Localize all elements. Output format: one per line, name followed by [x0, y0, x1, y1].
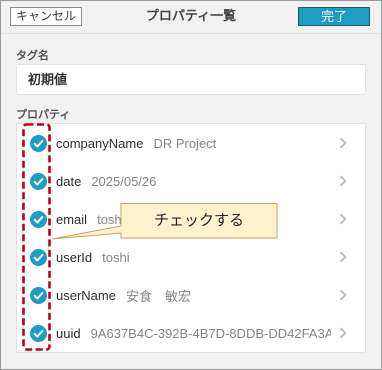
check-circle-icon[interactable] — [30, 172, 47, 190]
property-value: 2025/05/26 — [91, 173, 157, 189]
property-key: uuid — [56, 325, 81, 341]
property-list-panel: キャンセル プロパティ一覧 完了 タグ名 初期値 プロパティ companyNa… — [0, 0, 382, 370]
check-circle-icon[interactable] — [30, 248, 47, 266]
property-value: toshi — [102, 249, 130, 265]
check-circle-icon[interactable] — [30, 286, 47, 304]
check-circle-icon[interactable] — [30, 134, 47, 152]
property-value: 9A637B4C-392B-4B7D-8DDB-DD42FA3A — [90, 325, 331, 341]
property-row-email[interactable]: email tosh — [17, 200, 365, 238]
property-value: tosh — [97, 211, 122, 227]
property-value: 安食 敏宏 — [125, 288, 191, 304]
property-row-uuid[interactable]: uuid 9A637B4C-392B-4B7D-8DDB-DD42FA3A — [17, 314, 365, 352]
property-value: DR Project — [153, 135, 217, 151]
header-divider — [1, 33, 381, 34]
property-list: companyName DR Project date 2025/05/26 e… — [16, 123, 366, 353]
properties-label: プロパティ — [16, 109, 71, 121]
property-key: date — [56, 173, 82, 189]
property-row-companyName[interactable]: companyName DR Project — [17, 124, 365, 162]
check-circle-icon[interactable] — [30, 324, 47, 342]
chevron-right-icon — [339, 251, 347, 263]
property-key: userName — [56, 287, 116, 303]
chevron-right-icon — [339, 213, 347, 225]
done-button[interactable]: 完了 — [298, 7, 370, 26]
property-key: email — [56, 211, 88, 227]
property-key: userId — [56, 249, 93, 265]
chevron-right-icon — [339, 175, 347, 187]
property-row-userName[interactable]: userName 安食 敏宏 — [17, 276, 365, 314]
tag-name-label: タグ名 — [16, 50, 49, 62]
property-key: companyName — [56, 135, 144, 151]
property-row-date[interactable]: date 2025/05/26 — [17, 162, 365, 200]
property-row-userId[interactable]: userId toshi — [17, 238, 365, 276]
chevron-right-icon — [339, 137, 347, 149]
check-circle-icon[interactable] — [30, 210, 47, 228]
chevron-right-icon — [339, 327, 347, 339]
tag-name-field[interactable]: 初期値 — [16, 64, 366, 95]
chevron-right-icon — [339, 289, 347, 301]
